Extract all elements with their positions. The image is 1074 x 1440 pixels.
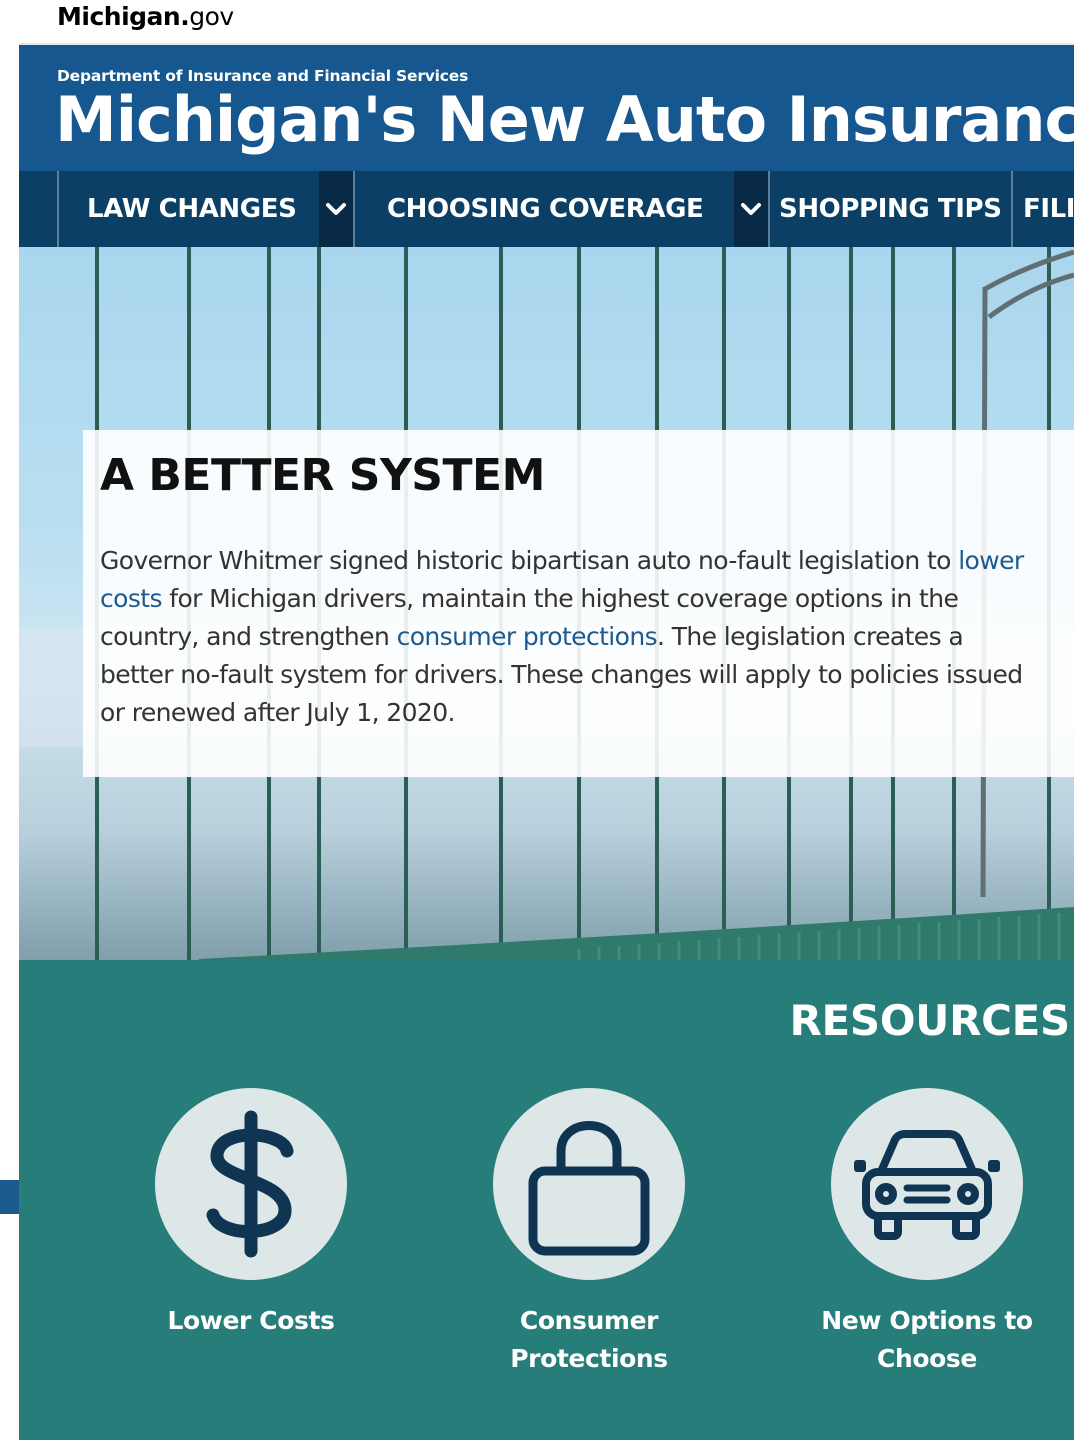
resource-label: New Options to Choose	[821, 1306, 1033, 1373]
logo-bold-text: Michigan.	[57, 2, 190, 31]
hero-paragraph: Governor Whitmer signed historic biparti…	[100, 542, 1040, 732]
resource-label: Consumer Protections	[510, 1306, 668, 1373]
site-header: Department of Insurance and Financial Se…	[19, 43, 1074, 171]
consumer-protections-link[interactable]: consumer protections	[397, 622, 658, 651]
nav-item-choosing-coverage[interactable]: CHOOSING COVERAGE	[387, 171, 704, 247]
car-icon	[854, 1130, 1000, 1240]
resource-new-options[interactable]: New Options to Choose	[777, 1088, 1074, 1378]
hero-banner: A BETTER SYSTEM Governor Whitmer signed …	[19, 247, 1074, 960]
chevron-down-icon	[326, 203, 346, 215]
lock-icon	[528, 1121, 650, 1256]
michigan-gov-logo[interactable]: Michigan.gov	[57, 2, 234, 31]
choosing-coverage-dropdown-toggle[interactable]	[734, 171, 768, 247]
resource-lower-costs[interactable]: Lower Costs	[101, 1088, 401, 1340]
chevron-down-icon	[741, 203, 761, 215]
hero-text-part: Governor Whitmer signed historic biparti…	[100, 546, 959, 575]
nav-separator	[57, 171, 59, 247]
law-changes-dropdown-toggle[interactable]	[319, 171, 353, 247]
nav-separator	[768, 171, 770, 247]
dollar-icon	[206, 1110, 294, 1258]
left-edge-accent	[0, 1180, 19, 1214]
resource-icon-circle	[831, 1088, 1023, 1280]
nav-item-filing[interactable]: FILING	[1023, 171, 1074, 247]
resource-consumer-protections[interactable]: Consumer Protections	[439, 1088, 739, 1378]
resources-title: RESOURCES	[789, 996, 1071, 1045]
nav-item-law-changes[interactable]: LAW CHANGES	[87, 171, 297, 247]
nav-separator	[353, 171, 355, 247]
logo-light-text: gov	[189, 2, 234, 31]
state-bar: Michigan.gov	[0, 0, 1074, 40]
resource-label: Lower Costs	[167, 1306, 335, 1335]
hero-heading: A BETTER SYSTEM	[100, 450, 545, 501]
hero-card: A BETTER SYSTEM Governor Whitmer signed …	[83, 430, 1074, 777]
resource-icon-circle	[155, 1088, 347, 1280]
resources-section: RESOURCES Lower Costs Consumer Protectio…	[19, 960, 1074, 1440]
nav-separator	[1011, 171, 1013, 247]
site-title[interactable]: Michigan's New Auto Insurance	[55, 83, 1074, 156]
main-nav: LAW CHANGES CHOOSING COVERAGE SHOPPING T…	[19, 171, 1074, 247]
resource-icon-circle	[493, 1088, 685, 1280]
nav-item-shopping-tips[interactable]: SHOPPING TIPS	[779, 171, 1002, 247]
